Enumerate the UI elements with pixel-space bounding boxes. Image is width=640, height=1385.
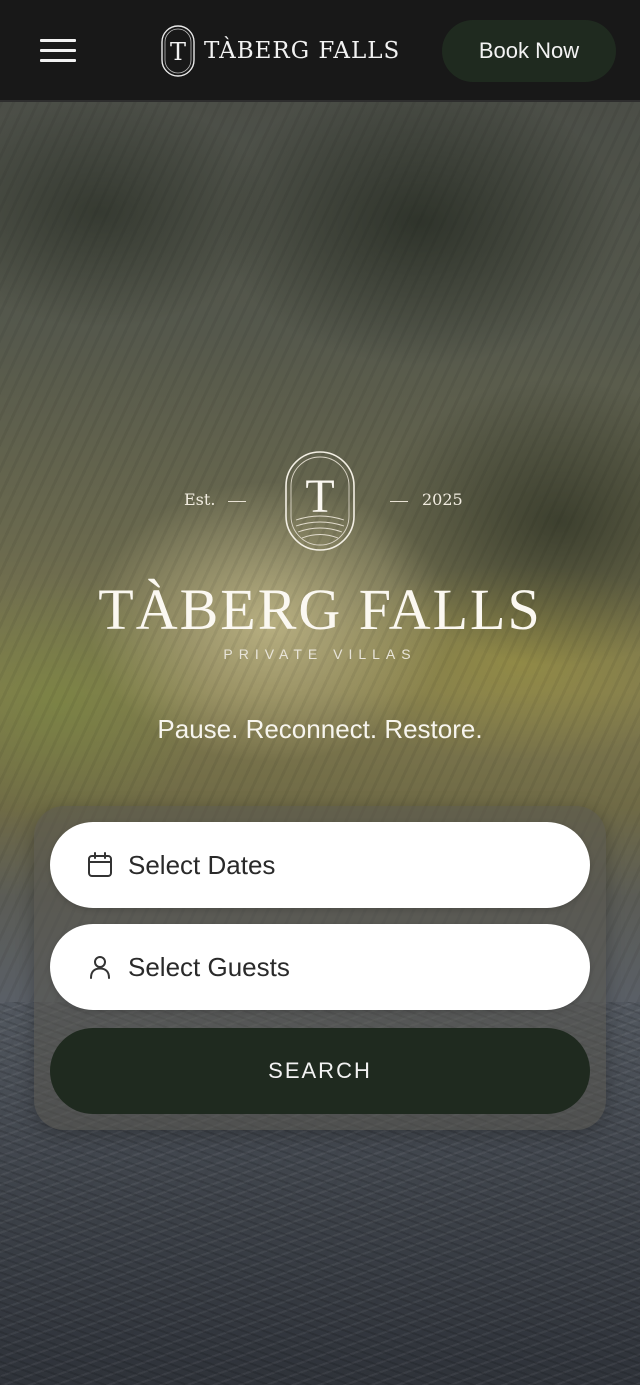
brand-initial: T [170,38,186,66]
select-guests-field[interactable]: Select Guests [50,924,590,1010]
brand-logo-link[interactable]: T TÀBERG FALLS [160,24,400,78]
hero-emblem-logo: T [285,451,355,551]
user-icon [90,956,110,979]
established-row: Est. T 2025 [0,450,640,552]
hero-tagline: Pause. Reconnect. Restore. [157,714,483,744]
select-dates-label: Select Dates [128,849,276,880]
brand-name: TÀBERG FALLS [204,38,401,64]
est-label: Est. [184,490,216,509]
divider [390,501,408,502]
hero-title: TÀBERG FALLS [98,577,542,642]
brand-emblem-icon: T [161,25,195,77]
site-header: T TÀBERG FALLS Book Now [0,0,640,102]
hamburger-icon-line [40,59,76,62]
select-dates-field[interactable]: Select Dates [50,822,590,908]
booking-search-panel: Select Dates Select Guests SEARCH [34,806,606,1130]
hero-subtitle: PRIVATE VILLAS [223,646,417,662]
calendar-icon [88,852,112,877]
hamburger-icon-line [40,49,76,52]
book-now-button[interactable]: Book Now [442,20,616,82]
hero-section: Est. T 2025 TÀBERG FALLS PRIVATE VILLAS … [0,102,640,1385]
hamburger-icon-line [40,39,76,42]
est-year: 2025 [422,490,463,509]
hamburger-menu-button[interactable] [36,33,80,69]
divider [228,501,246,502]
select-guests-label: Select Guests [128,951,290,982]
search-button[interactable]: SEARCH [50,1028,590,1114]
hero-emblem-initial: T [305,470,334,523]
